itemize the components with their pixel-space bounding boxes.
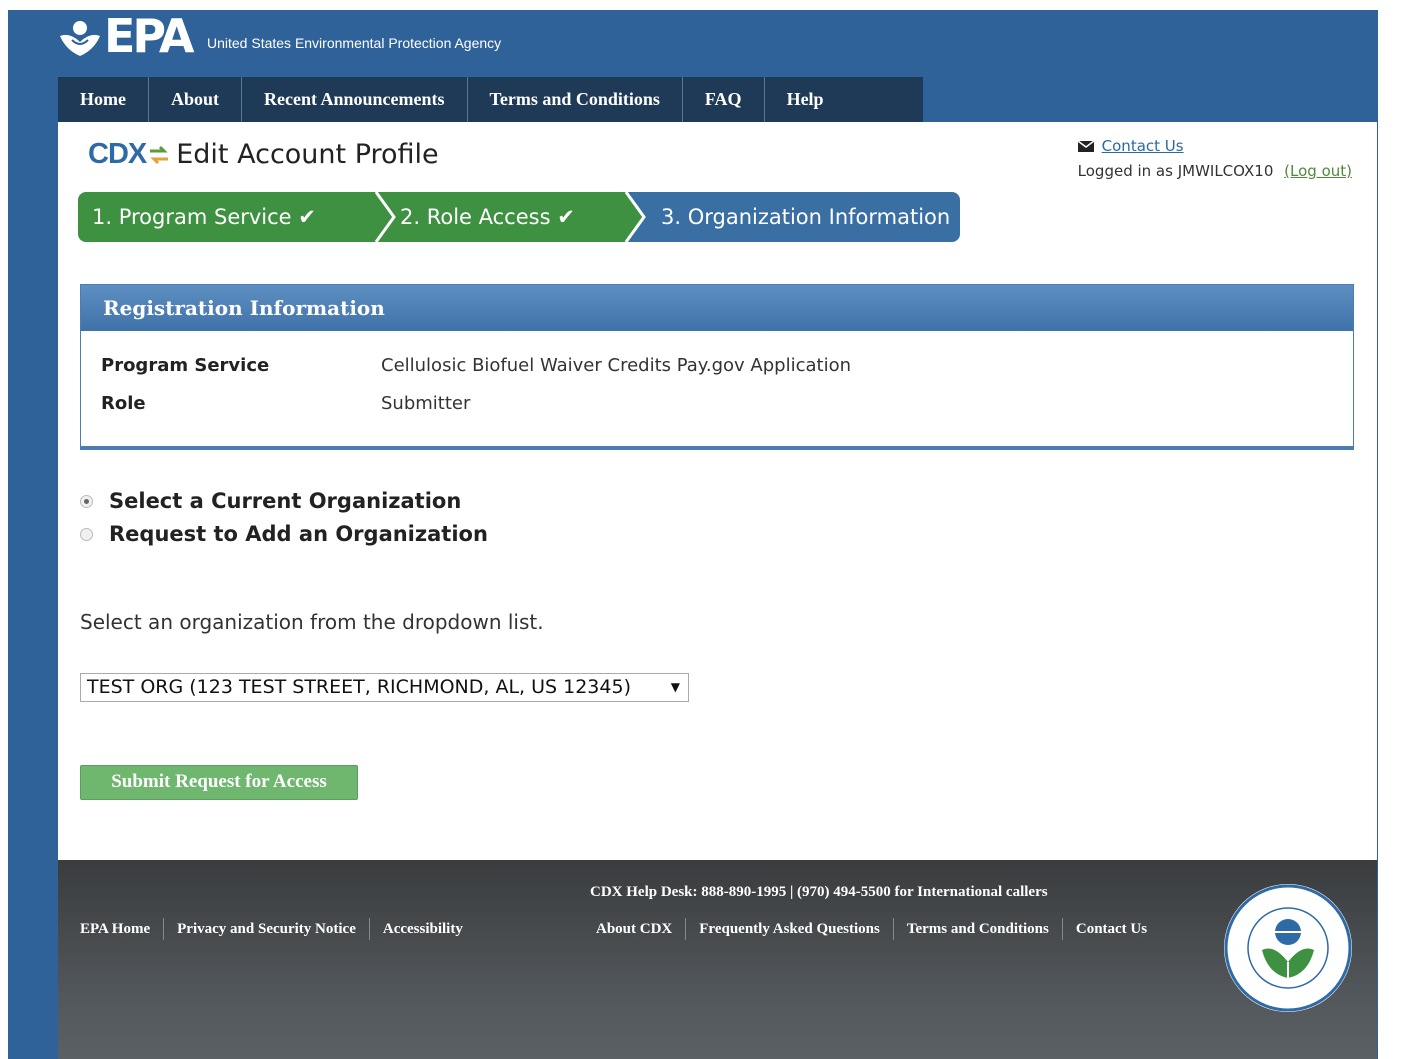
step-organization-information: 3. Organization Information [628, 192, 960, 242]
page-title: Edit Account Profile [176, 139, 439, 170]
footer-link-privacy[interactable]: Privacy and Security Notice [177, 921, 356, 938]
step-label: 1. Program Service [92, 205, 292, 229]
role-label: Role [101, 393, 146, 414]
select-current-org-radio[interactable] [80, 494, 93, 508]
step-program-service: 1. Program Service ✔ [78, 192, 378, 242]
step-chevron-2 [606, 192, 650, 242]
request-add-org-radio[interactable] [80, 527, 93, 541]
epa-seal-icon [1224, 884, 1352, 1012]
epa-flower-icon [60, 21, 100, 56]
page-header: CDX Edit Account Profile [88, 138, 439, 171]
footer-divider [368, 918, 370, 940]
footer-divider [685, 918, 687, 940]
main-content: CDX Edit Account Profile Contact Us Logg… [58, 122, 1377, 860]
footer-right-links: About CDX Frequently Asked Questions Ter… [596, 918, 1147, 940]
nav-recent-announcements[interactable]: Recent Announcements [242, 77, 468, 122]
nav-terms-and-conditions[interactable]: Terms and Conditions [468, 77, 683, 122]
footer-divider [892, 918, 894, 940]
footer-link-contact-us[interactable]: Contact Us [1076, 921, 1147, 938]
nav-faq[interactable]: FAQ [683, 77, 765, 122]
request-add-org-label[interactable]: Request to Add an Organization [109, 522, 488, 546]
footer-link-terms[interactable]: Terms and Conditions [907, 921, 1049, 938]
role-value: Submitter [381, 393, 471, 414]
footer-divider [1061, 918, 1063, 940]
instruction-text: Select an organization from the dropdown… [80, 610, 544, 634]
step-chevron-1 [356, 192, 396, 242]
account-info: Contact Us Logged in as JMWILCOX10 (Log … [1077, 134, 1352, 184]
checkmark-icon: ✔ [298, 205, 316, 229]
organization-select-value: TEST ORG (123 TEST STREET, RICHMOND, AL,… [87, 676, 631, 698]
step-label: 2. Role Access [400, 205, 551, 229]
cdx-logo: CDX [88, 138, 147, 170]
footer-left-links: EPA Home Privacy and Security Notice Acc… [80, 918, 463, 940]
footer-divider [163, 918, 165, 940]
cdx-arrows-icon [150, 145, 169, 164]
agency-name: United States Environmental Protection A… [207, 35, 502, 51]
envelope-icon [1077, 141, 1094, 152]
program-service-label: Program Service [101, 355, 270, 376]
select-current-org-option[interactable]: Select a Current Organization [80, 489, 461, 513]
footer: CDX Help Desk: 888-890-1995 | (970) 494-… [58, 860, 1377, 1059]
select-current-org-label[interactable]: Select a Current Organization [109, 489, 461, 513]
log-out-link[interactable]: (Log out) [1284, 162, 1352, 180]
organization-select[interactable]: TEST ORG (123 TEST STREET, RICHMOND, AL,… [80, 673, 689, 702]
epa-wordmark: EPA [104, 9, 194, 63]
contact-us-link[interactable]: Contact Us [1102, 134, 1184, 159]
step-role-access: 2. Role Access ✔ [378, 192, 628, 242]
logged-in-text: Logged in as JMWILCOX10 [1077, 162, 1274, 180]
nav-about[interactable]: About [149, 77, 242, 122]
registration-info-panel: Registration Information Program Service… [80, 284, 1354, 450]
nav-help[interactable]: Help [765, 77, 846, 122]
nav-home[interactable]: Home [58, 77, 149, 122]
footer-link-accessibility[interactable]: Accessibility [383, 921, 463, 938]
help-desk-info: CDX Help Desk: 888-890-1995 | (970) 494-… [590, 884, 1048, 900]
dropdown-arrow-icon: ▼ [670, 680, 680, 694]
footer-link-epa-home[interactable]: EPA Home [80, 921, 150, 938]
request-add-org-option[interactable]: Request to Add an Organization [80, 522, 488, 546]
epa-logo[interactable]: EPA [58, 8, 194, 63]
main-nav: Home About Recent Announcements Terms an… [58, 77, 923, 122]
submit-request-button[interactable]: Submit Request for Access [80, 765, 358, 800]
footer-link-faq[interactable]: Frequently Asked Questions [699, 921, 880, 938]
program-service-value: Cellulosic Biofuel Waiver Credits Pay.go… [381, 355, 851, 376]
checkmark-icon: ✔ [557, 205, 575, 229]
registration-info-heading: Registration Information [81, 285, 1353, 331]
step-label: 3. Organization Information [661, 205, 951, 229]
footer-link-about-cdx[interactable]: About CDX [596, 921, 672, 938]
